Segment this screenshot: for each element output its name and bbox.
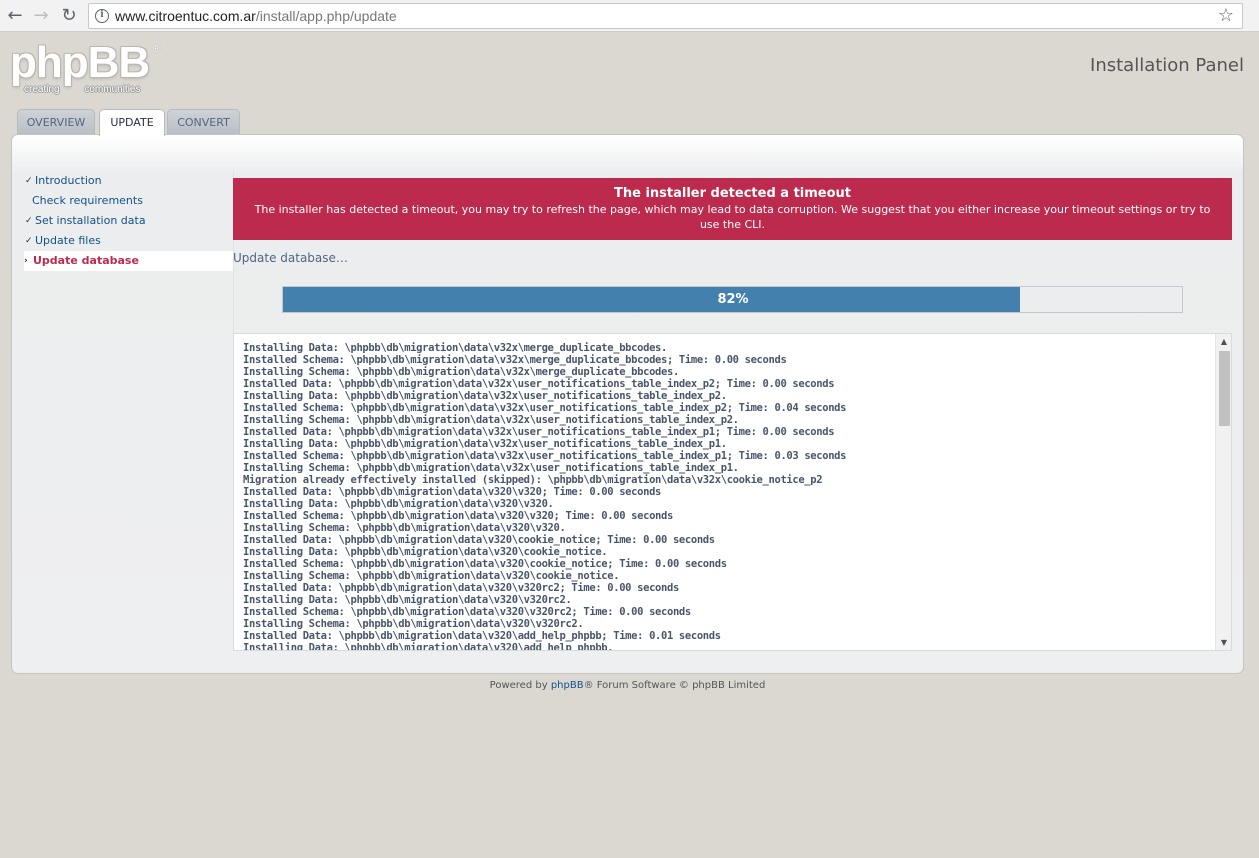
- log-line: Installing Schema: \phpbb\db\migration\d…: [243, 366, 679, 378]
- page-title: Installation Panel: [1090, 55, 1244, 76]
- log-line: Installing Data: \phpbb\db\migration\dat…: [243, 342, 667, 354]
- log-line: Installed Data: \phpbb\db\migration\data…: [243, 426, 835, 438]
- bookmark-star-icon[interactable]: ☆: [1218, 5, 1234, 27]
- log-line: Installing Data: \phpbb\db\migration\dat…: [243, 438, 727, 450]
- logo-wordmark: phpBB: [10, 38, 150, 87]
- footer-prefix: Powered by: [489, 680, 551, 691]
- sidebar-item-introduction[interactable]: ✓ Introduction: [24, 171, 233, 191]
- log-line: Installing Schema: \phpbb\db\migration\d…: [243, 414, 739, 426]
- log-line: Installed Data: \phpbb\db\migration\data…: [243, 582, 679, 594]
- log-line: Installed Schema: \phpbb\db\migration\da…: [243, 450, 847, 462]
- progress-label: 82%: [717, 292, 749, 307]
- log-line: Installed Schema: \phpbb\db\migration\da…: [243, 402, 847, 414]
- tab-update[interactable]: UPDATE: [99, 109, 165, 136]
- log-line: Installing Data: \phpbb\db\migration\dat…: [243, 546, 608, 558]
- log-line: Installing Data: \phpbb\db\migration\dat…: [243, 642, 614, 651]
- log-line: Installed Schema: \phpbb\db\migration\da…: [243, 558, 727, 570]
- current-step-icon: ›: [24, 256, 28, 266]
- log-line: Installed Data: \phpbb\db\migration\data…: [243, 630, 721, 642]
- log-line: Installing Data: \phpbb\db\migration\dat…: [243, 498, 554, 510]
- back-icon[interactable]: ←: [4, 5, 26, 27]
- sidebar-item-label: Update files: [35, 234, 101, 247]
- progress-bar: 82%: [282, 286, 1183, 313]
- log-line: Installed Schema: \phpbb\db\migration\da…: [243, 606, 691, 618]
- url-path: /install/app.php/update: [255, 8, 397, 24]
- status-text: Update database…: [233, 251, 348, 265]
- info-icon[interactable]: i: [95, 9, 109, 23]
- log-line: Installing Data: \phpbb\db\migration\dat…: [243, 594, 572, 606]
- log-line: Installed Schema: \phpbb\db\migration\da…: [243, 510, 673, 522]
- log-line: Installing Schema: \phpbb\db\migration\d…: [243, 570, 620, 582]
- reload-icon[interactable]: ↻: [58, 5, 80, 27]
- url-host: www.citroentuc.com.ar: [115, 8, 256, 24]
- main-panel: ✓ Introduction Check requirements ✓ Set …: [11, 134, 1244, 674]
- log-output[interactable]: Installing Data: \phpbb\db\migration\dat…: [233, 333, 1232, 651]
- registered-mark: ®: [153, 44, 161, 55]
- checkmark-icon: ✓: [25, 216, 33, 226]
- address-bar[interactable]: i www.citroentuc.com.ar/install/app.php/…: [88, 3, 1243, 29]
- error-title: The installer detected a timeout: [613, 186, 852, 201]
- log-line: Installed Data: \phpbb\db\migration\data…: [243, 378, 835, 390]
- checkmark-icon: ✓: [25, 236, 33, 246]
- checkmark-icon: ✓: [25, 176, 33, 186]
- forward-icon[interactable]: →: [30, 5, 52, 27]
- log-line: Installed Data: \phpbb\db\migration\data…: [243, 534, 715, 546]
- sidebar-item-label: Check requirements: [32, 194, 143, 207]
- log-line: Installing Schema: \phpbb\db\migration\d…: [243, 522, 566, 534]
- log-line: Migration already effectively installed …: [243, 474, 823, 486]
- log-lines: Installing Data: \phpbb\db\migration\dat…: [243, 342, 1211, 651]
- phpbb-logo: phpBB ® creating communities: [10, 38, 170, 100]
- sidebar-item-label: Update database: [33, 254, 139, 267]
- timeout-error-box: The installer detected a timeout The ins…: [233, 178, 1232, 240]
- log-line: Installing Schema: \phpbb\db\migration\d…: [243, 618, 584, 630]
- sidebar-menu: ✓ Introduction Check requirements ✓ Set …: [24, 171, 234, 401]
- sidebar-item-update-database[interactable]: › Update database: [24, 251, 233, 271]
- scrollbar[interactable]: ▲ ▼: [1215, 334, 1231, 650]
- log-line: Installed Schema: \phpbb\db\migration\da…: [243, 354, 787, 366]
- footer: Powered by phpBB® Forum Software © phpBB…: [0, 680, 1255, 691]
- tab-overview[interactable]: OVERVIEW: [17, 109, 95, 135]
- sidebar-item-set-installation-data[interactable]: ✓ Set installation data: [24, 211, 233, 231]
- log-line: Installing Schema: \phpbb\db\migration\d…: [243, 462, 739, 474]
- scroll-down-icon[interactable]: ▼: [1216, 638, 1231, 647]
- error-message: The installer has detected a timeout, yo…: [254, 203, 1211, 231]
- browser-toolbar: ← → ↻ i www.citroentuc.com.ar/install/ap…: [0, 0, 1259, 32]
- logo-tagline: creating communities: [24, 84, 141, 95]
- log-line: Installing Data: \phpbb\db\migration\dat…: [243, 390, 727, 402]
- sidebar-item-update-files[interactable]: ✓ Update files: [24, 231, 233, 251]
- footer-suffix: ® Forum Software © phpBB Limited: [583, 680, 766, 691]
- sidebar-item-check-requirements[interactable]: Check requirements: [24, 191, 233, 211]
- url-text[interactable]: www.citroentuc.com.ar/install/app.php/up…: [115, 8, 397, 24]
- sidebar-item-label: Set installation data: [35, 214, 146, 227]
- scroll-up-icon[interactable]: ▲: [1216, 337, 1231, 346]
- scroll-thumb[interactable]: [1219, 351, 1230, 426]
- phpbb-link[interactable]: phpBB: [551, 680, 584, 691]
- sidebar-item-label: Introduction: [35, 174, 102, 187]
- tab-convert[interactable]: CONVERT: [167, 109, 240, 135]
- log-line: Installed Data: \phpbb\db\migration\data…: [243, 486, 662, 498]
